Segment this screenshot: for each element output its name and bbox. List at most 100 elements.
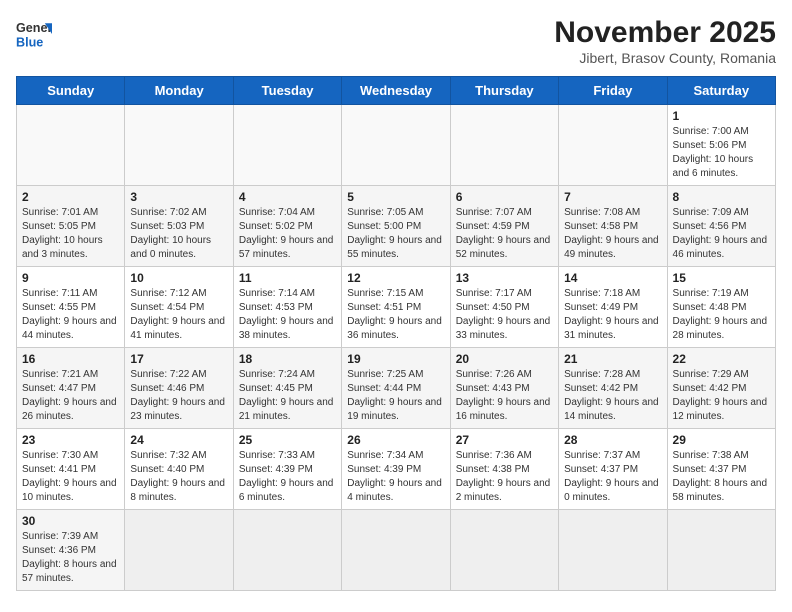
day-info: Sunrise: 7:08 AMSunset: 4:58 PMDaylight:… xyxy=(564,206,661,262)
calendar-cell xyxy=(342,105,450,186)
calendar-cell xyxy=(450,105,558,186)
page-header: General Blue November 2025 Jibert, Braso… xyxy=(16,16,776,66)
day-number: 13 xyxy=(456,271,553,285)
day-info: Sunrise: 7:01 AMSunset: 5:05 PMDaylight:… xyxy=(22,206,119,262)
calendar-cell xyxy=(559,510,667,591)
calendar-cell: 22Sunrise: 7:29 AMSunset: 4:42 PMDayligh… xyxy=(667,348,775,429)
calendar-cell: 14 Sunrise: 7:18 AMSunset: 4:49 PMDayligh… xyxy=(559,267,667,348)
calendar-cell xyxy=(450,510,558,591)
day-info: Sunrise: 7:24 AMSunset: 4:45 PMDaylight:… xyxy=(239,368,336,424)
day-number: 9 xyxy=(22,271,119,285)
day-info: Sunrise: 7:37 AMSunset: 4:37 PMDaylight:… xyxy=(564,449,661,505)
day-info: Sunrise: 7:36 AMSunset: 4:38 PMDaylight:… xyxy=(456,449,553,505)
day-info: Sunrise: 7:28 AMSunset: 4:42 PMDaylight:… xyxy=(564,368,661,424)
day-number: 28 xyxy=(564,433,661,447)
day-number: 10 xyxy=(130,271,227,285)
weekday-friday: Friday xyxy=(559,77,667,105)
month-title: November 2025 xyxy=(554,16,776,50)
calendar-cell: 29Sunrise: 7:38 AMSunset: 4:37 PMDayligh… xyxy=(667,429,775,510)
title-block: November 2025 Jibert, Brasov County, Rom… xyxy=(554,16,776,66)
weekday-wednesday: Wednesday xyxy=(342,77,450,105)
calendar-cell: 28 Sunrise: 7:37 AMSunset: 4:37 PMDayligh… xyxy=(559,429,667,510)
calendar-cell: 19Sunrise: 7:25 AMSunset: 4:44 PMDayligh… xyxy=(342,348,450,429)
day-info: Sunrise: 7:02 AMSunset: 5:03 PMDaylight:… xyxy=(130,206,227,262)
calendar-cell: 16 Sunrise: 7:21 AMSunset: 4:47 PMDayligh… xyxy=(17,348,125,429)
day-number: 2 xyxy=(22,190,119,204)
calendar-cell: 27 Sunrise: 7:36 AMSunset: 4:38 PMDayligh… xyxy=(450,429,558,510)
day-info: Sunrise: 7:07 AMSunset: 4:59 PMDaylight:… xyxy=(456,206,553,262)
day-number: 27 xyxy=(456,433,553,447)
day-info: Sunrise: 7:30 AMSunset: 4:41 PMDaylight:… xyxy=(22,449,119,505)
day-info: Sunrise: 7:18 AMSunset: 4:49 PMDaylight:… xyxy=(564,287,661,343)
day-info: Sunrise: 7:25 AMSunset: 4:44 PMDaylight:… xyxy=(347,368,444,424)
calendar-cell: 18Sunrise: 7:24 AMSunset: 4:45 PMDayligh… xyxy=(233,348,341,429)
calendar-cell: 23 Sunrise: 7:30 AMSunset: 4:41 PMDayligh… xyxy=(17,429,125,510)
calendar-cell: 6 Sunrise: 7:07 AMSunset: 4:59 PMDaylight… xyxy=(450,186,558,267)
week-row-3: 16 Sunrise: 7:21 AMSunset: 4:47 PMDayligh… xyxy=(17,348,776,429)
day-number: 25 xyxy=(239,433,336,447)
calendar-table: SundayMondayTuesdayWednesdayThursdayFrid… xyxy=(16,76,776,591)
calendar-cell: 5 Sunrise: 7:05 AMSunset: 5:00 PMDaylight… xyxy=(342,186,450,267)
day-number: 8 xyxy=(673,190,770,204)
calendar-cell: 13Sunrise: 7:17 AMSunset: 4:50 PMDayligh… xyxy=(450,267,558,348)
week-row-0: 1Sunrise: 7:00 AMSunset: 5:06 PMDaylight… xyxy=(17,105,776,186)
day-info: Sunrise: 7:14 AMSunset: 4:53 PMDaylight:… xyxy=(239,287,336,343)
day-number: 3 xyxy=(130,190,227,204)
day-number: 11 xyxy=(239,271,336,285)
day-info: Sunrise: 7:05 AMSunset: 5:00 PMDaylight:… xyxy=(347,206,444,262)
calendar-cell: 2 Sunrise: 7:01 AMSunset: 5:05 PMDaylight… xyxy=(17,186,125,267)
calendar-cell: 8 Sunrise: 7:09 AMSunset: 4:56 PMDaylight… xyxy=(667,186,775,267)
week-row-2: 9 Sunrise: 7:11 AMSunset: 4:55 PMDaylight… xyxy=(17,267,776,348)
day-number: 6 xyxy=(456,190,553,204)
week-row-4: 23 Sunrise: 7:30 AMSunset: 4:41 PMDayligh… xyxy=(17,429,776,510)
day-info: Sunrise: 7:22 AMSunset: 4:46 PMDaylight:… xyxy=(130,368,227,424)
day-info: Sunrise: 7:32 AMSunset: 4:40 PMDaylight:… xyxy=(130,449,227,505)
day-info: Sunrise: 7:26 AMSunset: 4:43 PMDaylight:… xyxy=(456,368,553,424)
calendar-cell xyxy=(125,105,233,186)
day-number: 23 xyxy=(22,433,119,447)
weekday-saturday: Saturday xyxy=(667,77,775,105)
calendar-cell: 20Sunrise: 7:26 AMSunset: 4:43 PMDayligh… xyxy=(450,348,558,429)
day-number: 17 xyxy=(130,352,227,366)
calendar-cell: 26 Sunrise: 7:34 AMSunset: 4:39 PMDayligh… xyxy=(342,429,450,510)
weekday-sunday: Sunday xyxy=(17,77,125,105)
day-number: 5 xyxy=(347,190,444,204)
calendar-cell xyxy=(559,105,667,186)
calendar-cell xyxy=(667,510,775,591)
day-number: 24 xyxy=(130,433,227,447)
day-info: Sunrise: 7:09 AMSunset: 4:56 PMDaylight:… xyxy=(673,206,770,262)
day-info: Sunrise: 7:34 AMSunset: 4:39 PMDaylight:… xyxy=(347,449,444,505)
calendar-cell: 30 Sunrise: 7:39 AMSunset: 4:36 PMDayligh… xyxy=(17,510,125,591)
day-info: Sunrise: 7:11 AMSunset: 4:55 PMDaylight:… xyxy=(22,287,119,343)
day-info: Sunrise: 7:19 AMSunset: 4:48 PMDaylight:… xyxy=(673,287,770,343)
calendar-cell xyxy=(125,510,233,591)
day-number: 30 xyxy=(22,514,119,528)
calendar-cell: 17 Sunrise: 7:22 AMSunset: 4:46 PMDayligh… xyxy=(125,348,233,429)
day-number: 26 xyxy=(347,433,444,447)
calendar-cell xyxy=(233,105,341,186)
day-info: Sunrise: 7:29 AMSunset: 4:42 PMDaylight:… xyxy=(673,368,770,424)
day-info: Sunrise: 7:39 AMSunset: 4:36 PMDaylight:… xyxy=(22,530,119,586)
day-number: 7 xyxy=(564,190,661,204)
calendar-cell xyxy=(233,510,341,591)
day-number: 29 xyxy=(673,433,770,447)
svg-text:Blue: Blue xyxy=(16,36,43,50)
calendar-cell: 24 Sunrise: 7:32 AMSunset: 4:40 PMDayligh… xyxy=(125,429,233,510)
day-number: 16 xyxy=(22,352,119,366)
day-info: Sunrise: 7:00 AMSunset: 5:06 PMDaylight:… xyxy=(673,125,770,181)
calendar-cell: 9 Sunrise: 7:11 AMSunset: 4:55 PMDaylight… xyxy=(17,267,125,348)
calendar-cell: 3 Sunrise: 7:02 AMSunset: 5:03 PMDaylight… xyxy=(125,186,233,267)
calendar-cell: 4 Sunrise: 7:04 AMSunset: 5:02 PMDaylight… xyxy=(233,186,341,267)
calendar-cell: 25Sunrise: 7:33 AMSunset: 4:39 PMDayligh… xyxy=(233,429,341,510)
weekday-monday: Monday xyxy=(125,77,233,105)
day-number: 14 xyxy=(564,271,661,285)
calendar-cell: 7 Sunrise: 7:08 AMSunset: 4:58 PMDaylight… xyxy=(559,186,667,267)
calendar-cell: 12Sunrise: 7:15 AMSunset: 4:51 PMDayligh… xyxy=(342,267,450,348)
weekday-tuesday: Tuesday xyxy=(233,77,341,105)
day-info: Sunrise: 7:21 AMSunset: 4:47 PMDaylight:… xyxy=(22,368,119,424)
day-number: 4 xyxy=(239,190,336,204)
logo: General Blue xyxy=(16,16,52,52)
day-number: 21 xyxy=(564,352,661,366)
day-number: 12 xyxy=(347,271,444,285)
day-info: Sunrise: 7:04 AMSunset: 5:02 PMDaylight:… xyxy=(239,206,336,262)
